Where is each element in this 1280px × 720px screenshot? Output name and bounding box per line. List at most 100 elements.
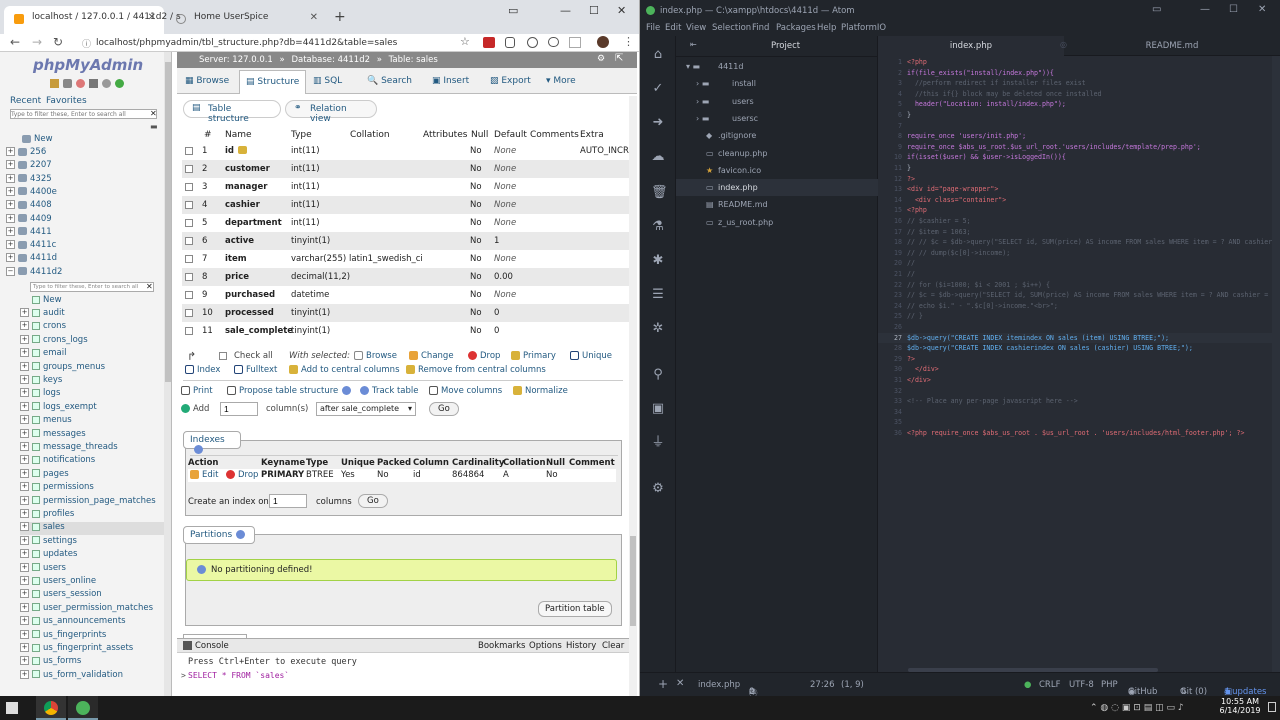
expand-icon[interactable]: + <box>6 186 15 196</box>
expand-icon[interactable]: + <box>6 147 15 156</box>
expand-icon[interactable]: + <box>6 173 15 183</box>
status-grammar[interactable]: PHP <box>1101 680 1118 690</box>
expand-icon[interactable]: + <box>20 562 29 572</box>
taskbar-atom[interactable] <box>68 696 98 720</box>
row-checkbox[interactable] <box>185 273 193 281</box>
expand-icon[interactable]: + <box>20 616 29 626</box>
cloud-upload-icon[interactable]: ☁ <box>651 150 665 164</box>
help-icon[interactable] <box>236 530 246 539</box>
expand-icon[interactable]: + <box>20 482 29 492</box>
add-position-select[interactable]: after sale_complete ▾ <box>316 402 416 416</box>
clear-filter-icon[interactable]: ✕ <box>146 282 153 291</box>
taskbar-chrome[interactable] <box>36 696 66 720</box>
cell-name[interactable]: purchased <box>225 290 275 300</box>
cell-name[interactable]: id <box>225 146 234 156</box>
gear-icon[interactable]: ⚙ <box>651 482 665 496</box>
remove-central-columns-button[interactable]: Remove from central columns <box>406 365 546 375</box>
cell-name[interactable]: sale_complete <box>225 326 293 336</box>
tree-table-item[interactable]: + logs <box>20 388 60 401</box>
breadcrumb-server[interactable]: Server: 127.0.0.1 <box>199 55 273 65</box>
subtab-relation-view[interactable]: ⚭ Relation view <box>285 100 377 124</box>
row-checkbox[interactable] <box>185 147 193 155</box>
windows-start-icon[interactable] <box>6 702 18 714</box>
nav-scrollbar[interactable] <box>164 52 171 696</box>
bulk-change-button[interactable]: Change <box>409 351 454 361</box>
console-bookmarks[interactable]: Bookmarks <box>478 641 526 651</box>
cell-name[interactable]: processed <box>225 308 274 318</box>
expand-icon[interactable]: + <box>20 415 29 425</box>
menu-insert[interactable]: ▣ Insert <box>432 76 469 86</box>
plug-icon[interactable]: ✲ <box>651 322 665 336</box>
close-tab-icon[interactable]: ✕ <box>310 12 318 23</box>
recent-tab[interactable]: Recent <box>10 96 41 106</box>
menu-find[interactable]: Find <box>752 23 769 33</box>
expand-icon[interactable]: + <box>20 388 29 398</box>
expand-icon[interactable]: + <box>20 656 29 666</box>
tree-table-item[interactable]: + notifications <box>20 455 95 468</box>
menu-packages[interactable]: Packages <box>776 23 816 33</box>
pocket-icon[interactable] <box>548 37 559 47</box>
propose-structure-button[interactable]: Propose table structure <box>227 386 354 396</box>
track-table-button[interactable]: Track table <box>360 386 418 396</box>
favorites-tab[interactable]: Favorites <box>46 96 87 106</box>
move-columns-button[interactable]: Move columns <box>429 386 502 396</box>
main-scrollbar[interactable] <box>629 96 637 696</box>
home-icon[interactable] <box>50 79 59 88</box>
bulk-primary-button[interactable]: Primary <box>511 351 556 361</box>
bulk-fulltext-button[interactable]: Fulltext <box>234 365 277 375</box>
menu-sql[interactable]: ▥ SQL <box>313 76 342 86</box>
help-icon[interactable] <box>76 79 85 88</box>
menu-more[interactable]: ▾ More <box>546 76 576 86</box>
menu-search[interactable]: 🔍 Search <box>367 76 412 86</box>
add-go-button[interactable]: Go <box>429 402 459 416</box>
breadcrumb-table[interactable]: Table: sales <box>389 55 438 65</box>
menu-view[interactable]: View <box>686 23 706 33</box>
tree-item[interactable]: ★ favicon.ico <box>676 162 878 179</box>
col-header-collation[interactable]: Collation <box>350 130 390 140</box>
expand-icon[interactable]: + <box>6 200 15 210</box>
col-header-extra[interactable]: Extra <box>580 130 604 140</box>
indexes-legend[interactable]: Indexes <box>183 431 241 454</box>
tree-table-item[interactable]: + crons_logs <box>20 334 88 348</box>
check-all-label[interactable]: Check all <box>234 351 273 361</box>
row-checkbox[interactable] <box>185 327 193 335</box>
expand-icon[interactable]: + <box>20 643 29 652</box>
tree-item[interactable]: › ▬ usersc <box>676 110 878 127</box>
collapse-icon[interactable]: ▬ <box>150 122 158 131</box>
nav-filter-input[interactable] <box>10 109 157 119</box>
back-icon[interactable]: ← <box>10 35 20 49</box>
col-header-null[interactable]: Null <box>471 130 488 140</box>
col-header-default[interactable]: Default <box>494 130 527 140</box>
tree-new-table[interactable]: New <box>32 295 62 308</box>
tree-db-item[interactable]: +4411 <box>6 226 52 240</box>
cell-name[interactable]: item <box>225 254 247 264</box>
scrollbar-thumb[interactable] <box>630 536 636 626</box>
notifications-icon[interactable] <box>1268 702 1276 712</box>
row-checkbox[interactable] <box>185 165 193 173</box>
editor-scrollbar[interactable] <box>1272 56 1280 672</box>
clear-filter-icon[interactable]: ✕ <box>150 109 157 118</box>
extension-icon[interactable] <box>483 37 495 48</box>
bulk-unique-button[interactable]: Unique <box>570 351 612 361</box>
cell-name[interactable]: manager <box>225 182 267 192</box>
menu-file[interactable]: File <box>646 23 660 33</box>
tab-userspice[interactable]: Home UserSpice ✕ <box>166 6 326 34</box>
expand-icon[interactable]: + <box>20 669 29 679</box>
build-check-icon[interactable]: ✓ <box>651 82 665 96</box>
collapse-icon[interactable]: ⇱ <box>615 53 623 64</box>
tree-db-item[interactable]: +4325 <box>6 173 52 187</box>
logout-icon[interactable] <box>63 79 72 88</box>
row-checkbox[interactable] <box>185 309 193 317</box>
settings-icon[interactable] <box>102 79 111 88</box>
close-window-icon[interactable]: ✕ <box>1258 4 1266 15</box>
add-icon[interactable]: + <box>658 677 668 691</box>
col-header-name[interactable]: Name <box>225 130 252 140</box>
maximize-icon[interactable]: ☐ <box>589 4 599 17</box>
tree-table-item[interactable]: + users <box>20 562 66 576</box>
tree-item[interactable]: › ▬ users <box>676 93 878 110</box>
expand-icon[interactable]: + <box>20 375 29 384</box>
tree-db-item[interactable]: +4400e <box>6 186 57 200</box>
expand-icon[interactable]: + <box>20 468 29 478</box>
subtab-table-structure[interactable]: ▤ Table structure <box>183 100 281 124</box>
tree-item[interactable]: › ▬ install <box>676 75 878 92</box>
